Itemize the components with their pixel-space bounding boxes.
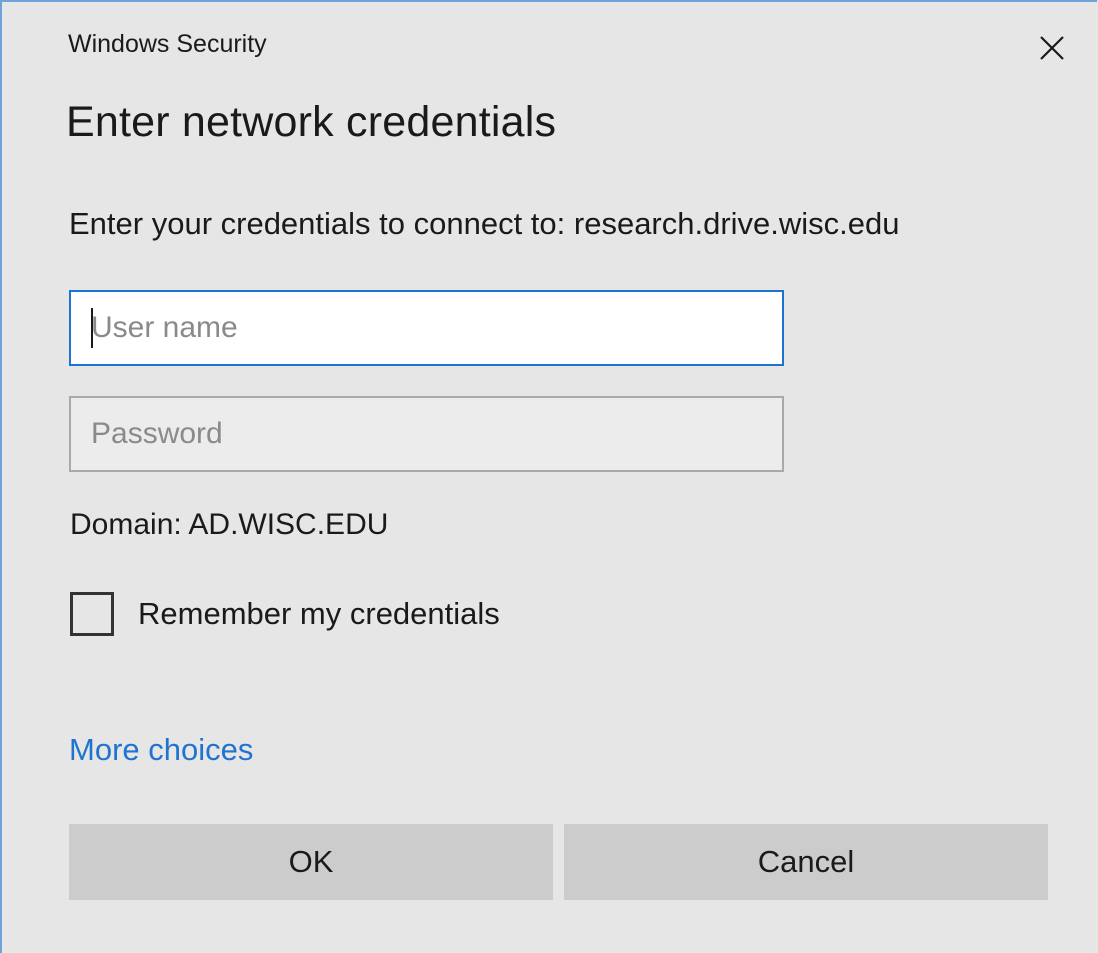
close-icon xyxy=(1040,36,1064,60)
close-button[interactable] xyxy=(1030,28,1074,68)
username-input[interactable] xyxy=(69,290,784,366)
domain-label: Domain: AD.WISC.EDU xyxy=(70,508,389,541)
credentials-dialog: Windows Security Enter network credentia… xyxy=(0,0,1097,953)
connection-prompt: Enter your credentials to connect to: re… xyxy=(69,206,900,241)
text-caret xyxy=(91,308,93,348)
remember-label: Remember my credentials xyxy=(138,596,500,631)
remember-credentials-option[interactable]: Remember my credentials xyxy=(70,592,500,636)
remember-checkbox[interactable] xyxy=(70,592,114,636)
password-input[interactable] xyxy=(69,396,784,472)
more-choices-link[interactable]: More choices xyxy=(69,732,253,768)
dialog-heading: Enter network credentials xyxy=(66,98,557,146)
ok-button[interactable]: OK xyxy=(69,824,553,900)
cancel-button[interactable]: Cancel xyxy=(564,824,1048,900)
window-title: Windows Security xyxy=(68,30,267,58)
